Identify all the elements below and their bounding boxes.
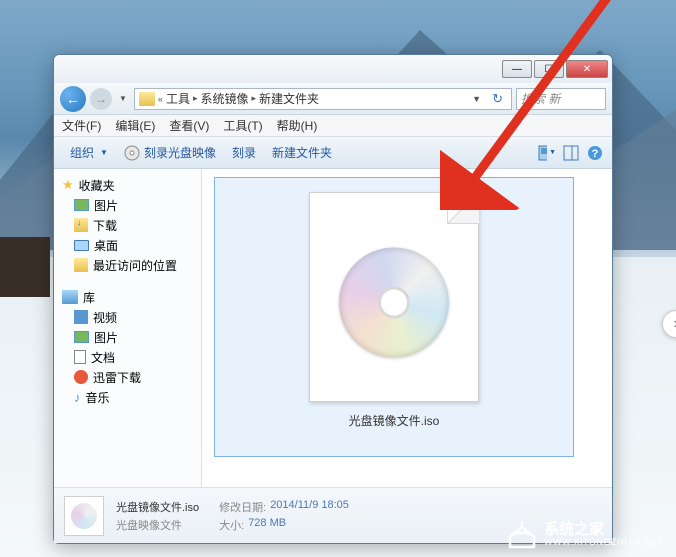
libraries-header[interactable]: 库 [54, 287, 201, 307]
address-dropdown[interactable]: ▼ [468, 94, 485, 104]
file-name-label: 光盘镜像文件.iso [349, 412, 440, 429]
view-mode-button[interactable]: ▼ [538, 144, 556, 162]
explorer-window: — ☐ ✕ ← → ▼ « 工具 ▸ 系统镜像 ▸ 新建文件夹 ▼ ↻ 搜索 新… [53, 54, 613, 544]
preview-pane-button[interactable] [562, 144, 580, 162]
iso-file-icon [309, 192, 479, 402]
xunlei-icon [74, 370, 88, 384]
organize-button[interactable]: 组织▼ [62, 141, 116, 164]
menu-view[interactable]: 查看(V) [169, 117, 209, 134]
modified-value[interactable]: 2014/11/9 18:05 [270, 499, 349, 515]
pictures-icon [74, 331, 89, 343]
sidebar-item-videos[interactable]: 视频 [54, 307, 201, 327]
sidebar-item-pictures[interactable]: 图片 [54, 195, 201, 215]
back-button[interactable]: ← [60, 86, 86, 112]
menu-edit[interactable]: 编辑(E) [115, 117, 155, 134]
sidebar-item-recent[interactable]: 最近访问的位置 [54, 255, 201, 275]
desktop-icon [74, 240, 89, 251]
menu-help[interactable]: 帮助(H) [277, 117, 318, 134]
disc-icon [124, 145, 140, 161]
details-file-icon [64, 496, 104, 536]
videos-icon [74, 310, 88, 324]
search-input[interactable]: 搜索 新 [516, 88, 606, 110]
maximize-button[interactable]: ☐ [534, 60, 564, 78]
sidebar-item-desktop[interactable]: 桌面 [54, 235, 201, 255]
size-label: 大小: [219, 517, 244, 533]
breadcrumb-item[interactable]: 工具 [166, 90, 190, 107]
sidebar-item-music[interactable]: ♪音乐 [54, 387, 201, 407]
minimize-button[interactable]: — [502, 60, 532, 78]
titlebar: — ☐ ✕ [54, 55, 612, 83]
navigation-pane: ★收藏夹 图片 下载 桌面 最近访问的位置 库 视频 图片 文档 迅雷下载 ♪音… [54, 169, 202, 487]
music-icon: ♪ [74, 390, 81, 405]
folder-icon [139, 92, 155, 106]
modified-label: 修改日期: [219, 499, 266, 515]
refresh-button[interactable]: ↻ [488, 91, 507, 107]
menu-tools[interactable]: 工具(T) [223, 117, 262, 134]
burn-button[interactable]: 刻录 [224, 141, 264, 164]
menu-bar: 文件(F) 编辑(E) 查看(V) 工具(T) 帮助(H) [54, 115, 612, 137]
favorites-header[interactable]: ★收藏夹 [54, 175, 201, 195]
watermark-logo-icon [506, 521, 538, 549]
recent-icon [74, 258, 88, 272]
burn-image-button[interactable]: 刻录光盘映像 [116, 141, 224, 164]
pictures-icon [74, 199, 89, 211]
sidebar-item-downloads[interactable]: 下载 [54, 215, 201, 235]
help-button[interactable]: ? [586, 144, 604, 162]
toolbar: 组织▼ 刻录光盘映像 刻录 新建文件夹 ▼ ? [54, 137, 612, 169]
nav-bar: ← → ▼ « 工具 ▸ 系统镜像 ▸ 新建文件夹 ▼ ↻ 搜索 新 [54, 83, 612, 115]
sidebar-item-documents[interactable]: 文档 [54, 347, 201, 367]
star-icon: ★ [62, 177, 74, 193]
new-folder-button[interactable]: 新建文件夹 [264, 141, 340, 164]
libraries-icon [62, 290, 78, 304]
sidebar-item-pictures2[interactable]: 图片 [54, 327, 201, 347]
svg-text:?: ? [592, 148, 599, 160]
file-item-iso[interactable]: 光盘镜像文件.iso [214, 177, 574, 457]
downloads-icon [74, 218, 88, 232]
details-filename: 光盘镜像文件.iso [116, 499, 199, 515]
address-bar[interactable]: « 工具 ▸ 系统镜像 ▸ 新建文件夹 ▼ ↻ [134, 88, 512, 110]
forward-button: → [90, 88, 112, 110]
documents-icon [74, 350, 86, 364]
details-filetype: 光盘映像文件 [116, 517, 199, 533]
watermark: 系统之家 WWW.XITONGZHIJIA.NET [506, 521, 664, 549]
size-value: 728 MB [248, 517, 286, 533]
breadcrumb-item[interactable]: 系统镜像 [200, 90, 248, 107]
close-button[interactable]: ✕ [566, 60, 608, 78]
sidebar-item-xunlei[interactable]: 迅雷下载 [54, 367, 201, 387]
breadcrumb-item[interactable]: 新建文件夹 [259, 90, 319, 107]
breadcrumb-overflow[interactable]: « [158, 94, 163, 104]
menu-file[interactable]: 文件(F) [62, 117, 101, 134]
file-list-area[interactable]: 光盘镜像文件.iso [202, 169, 612, 487]
nav-history-dropdown[interactable]: ▼ [116, 94, 130, 103]
